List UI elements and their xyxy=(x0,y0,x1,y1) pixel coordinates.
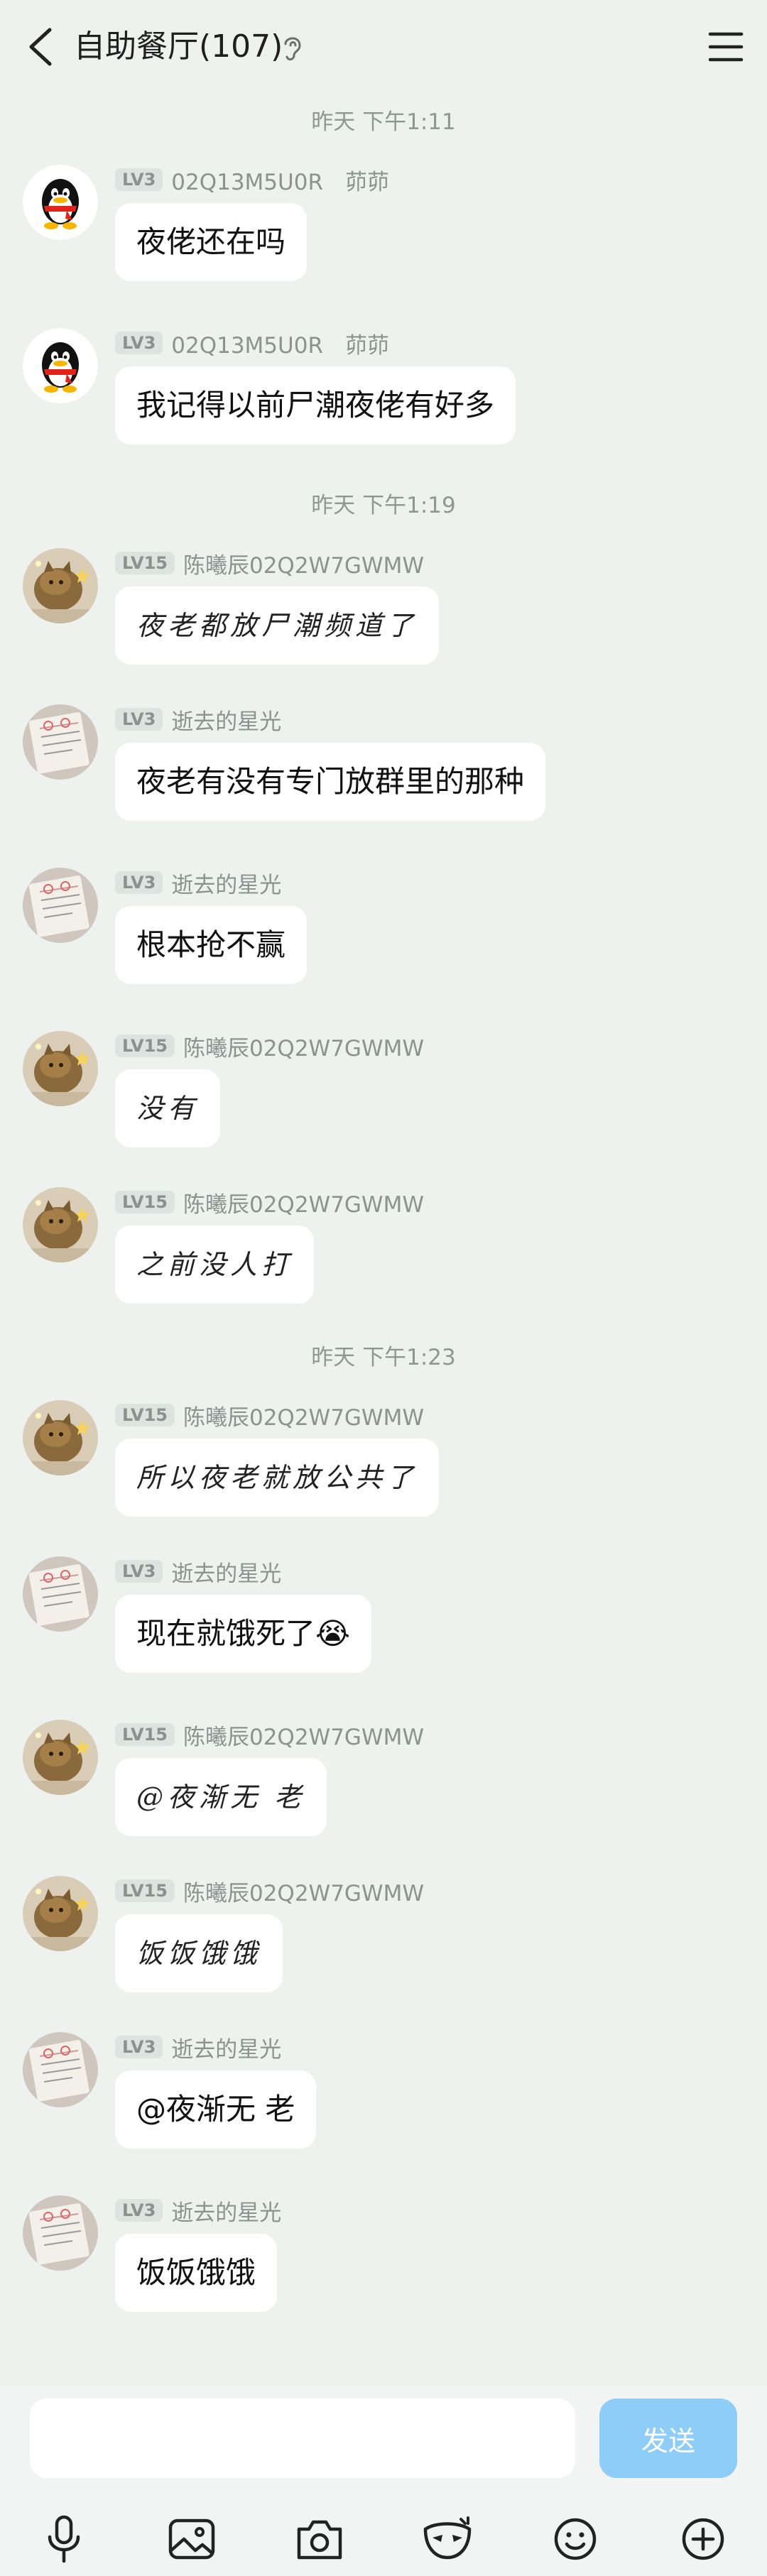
sender-meta: LV15 陈曦辰02Q2W7GWMW xyxy=(115,1876,424,1906)
message-bubble[interactable]: 我记得以前尸潮夜佬有好多 xyxy=(115,366,516,444)
sender-name[interactable]: 逝去的星光 xyxy=(171,2031,281,2063)
sender-name[interactable]: 逝去的星光 xyxy=(171,704,281,736)
message-bubble[interactable]: @夜渐无 老 xyxy=(115,1758,327,1836)
send-button[interactable]: 发送 xyxy=(599,2398,737,2478)
hamburger-menu-icon xyxy=(708,32,744,62)
message-bubble[interactable]: 夜老都放尸潮频道了 xyxy=(115,586,440,665)
avatar[interactable] xyxy=(23,165,98,240)
sender-name[interactable]: 陈曦辰02Q2W7GWMW xyxy=(183,1186,424,1218)
level-badge: LV15 xyxy=(115,1723,175,1746)
sender-meta: LV15 陈曦辰02Q2W7GWMW xyxy=(115,1399,424,1431)
message-row: LV3 02Q13M5U0R 茆茆我记得以前尸潮夜佬有好多 xyxy=(0,328,767,449)
avatar[interactable] xyxy=(23,1876,98,1951)
level-badge: LV15 xyxy=(115,1404,175,1426)
level-badge: LV3 xyxy=(115,2199,163,2222)
sender-meta: LV3 逝去的星光 xyxy=(115,2195,281,2227)
camera-icon[interactable] xyxy=(291,2511,348,2567)
menu-button[interactable] xyxy=(706,28,746,65)
sender-meta: LV15 陈曦辰02Q2W7GWMW xyxy=(115,1031,424,1061)
chevron-left-icon xyxy=(29,28,52,66)
sender-name[interactable]: 逝去的星光 xyxy=(171,867,281,899)
composer-toolbar xyxy=(0,2511,767,2567)
ear-icon[interactable] xyxy=(278,33,307,64)
level-badge: LV15 xyxy=(115,552,175,574)
sender-meta: LV3 逝去的星光 xyxy=(115,704,281,736)
composer: 发送 xyxy=(0,2386,767,2576)
sender-meta: LV3 逝去的星光 xyxy=(115,2031,281,2063)
message-row: LV3 逝去的星光饭饭饿饿 xyxy=(0,2195,767,2316)
message-bubble[interactable]: 之前没人打 xyxy=(115,1226,315,1304)
timestamp: 昨天 下午1:19 xyxy=(311,493,456,518)
back-button[interactable] xyxy=(21,24,61,70)
avatar[interactable] xyxy=(23,328,98,403)
message-bubble[interactable]: 夜佬还在吗 xyxy=(115,203,308,281)
chat-header: 自助餐厅(107) xyxy=(0,0,767,96)
chat-page: 自助餐厅(107) 昨天 下午1:11 LV3 02Q13M5U0R 茆茆 夜佬还在吗… xyxy=(0,0,767,2576)
sender-name[interactable]: 逝去的星光 xyxy=(171,1556,281,1588)
message-bubble[interactable]: 没有 xyxy=(115,1069,221,1147)
sender-name[interactable]: 陈曦辰02Q2W7GWMW xyxy=(183,1719,424,1751)
level-badge: LV3 xyxy=(115,708,163,731)
message-row: LV15 陈曦辰02Q2W7GWMW @夜渐无 老 xyxy=(0,1720,767,1840)
message-row: LV3 逝去的星光夜老有没有专门放群里的那种 xyxy=(0,704,767,825)
level-badge: LV3 xyxy=(115,871,163,894)
sender-meta: LV3 逝去的星光 xyxy=(115,867,281,899)
timestamp: 昨天 下午1:23 xyxy=(311,1345,456,1370)
level-badge: LV3 xyxy=(115,1560,163,1583)
avatar[interactable] xyxy=(23,1556,98,1632)
level-badge: LV3 xyxy=(115,332,163,354)
level-badge: LV15 xyxy=(115,1879,175,1902)
avatar[interactable] xyxy=(23,868,98,943)
message-bubble[interactable]: 饭饭饿饿 xyxy=(115,2234,278,2312)
sender-meta: LV3 02Q13M5U0R 茆茆 xyxy=(115,327,389,359)
avatar[interactable] xyxy=(23,2195,98,2271)
avatar[interactable] xyxy=(23,1031,98,1106)
message-row: LV15 陈曦辰02Q2W7GWMW 所以夜老就放公共了 xyxy=(0,1400,767,1521)
message-bubble[interactable]: 现在就饿死了😭 xyxy=(115,1595,372,1673)
sender-meta: LV3 逝去的星光 xyxy=(115,1556,281,1588)
message-bubble[interactable]: 夜老有没有专门放群里的那种 xyxy=(115,743,546,821)
image-icon[interactable] xyxy=(163,2511,220,2567)
level-badge: LV3 xyxy=(115,168,163,191)
sender-name[interactable]: 陈曦辰02Q2W7GWMW xyxy=(183,547,424,579)
level-badge: LV15 xyxy=(115,1035,175,1057)
message-input[interactable] xyxy=(30,2398,575,2478)
page-title: 自助餐厅(107) xyxy=(74,28,283,65)
plus-icon[interactable] xyxy=(675,2511,731,2567)
message-bubble[interactable]: 根本抢不赢 xyxy=(115,906,308,984)
mask-icon[interactable] xyxy=(419,2511,476,2567)
message-row: LV15 陈曦辰02Q2W7GWMW 没有 xyxy=(0,1031,767,1152)
sender-name[interactable]: 逝去的星光 xyxy=(171,2195,281,2227)
microphone-icon[interactable] xyxy=(36,2511,92,2567)
message-row: LV15 陈曦辰02Q2W7GWMW 之前没人打 xyxy=(0,1187,767,1308)
sender-name[interactable]: 02Q13M5U0R 茆茆 xyxy=(171,164,389,196)
avatar[interactable] xyxy=(23,2032,98,2107)
message-row: LV3 逝去的星光 @夜渐无 老 xyxy=(0,2032,767,2153)
timestamp: 昨天 下午1:11 xyxy=(311,109,456,135)
avatar[interactable] xyxy=(23,1187,98,1262)
avatar[interactable] xyxy=(23,1400,98,1475)
avatar[interactable] xyxy=(23,1720,98,1795)
avatar[interactable] xyxy=(23,548,98,623)
sender-meta: LV15 陈曦辰02Q2W7GWMW xyxy=(115,547,424,579)
message-bubble[interactable]: @夜渐无 老 xyxy=(115,2070,317,2149)
sender-meta: LV3 02Q13M5U0R 茆茆 xyxy=(115,165,389,195)
sender-meta: LV15 陈曦辰02Q2W7GWMW xyxy=(115,1186,424,1218)
sender-name[interactable]: 02Q13M5U0R 茆茆 xyxy=(171,327,389,359)
message-row: LV15 陈曦辰02Q2W7GWMW 饭饭饿饿 xyxy=(0,1876,767,1997)
message-row: LV3 逝去的星光现在就饿死了😭 xyxy=(0,1556,767,1677)
level-badge: LV3 xyxy=(115,2036,163,2058)
avatar[interactable] xyxy=(23,704,98,780)
emoji-icon[interactable] xyxy=(547,2511,604,2567)
message-row: LV3 逝去的星光根本抢不赢 xyxy=(0,868,767,988)
sender-name[interactable]: 陈曦辰02Q2W7GWMW xyxy=(183,1399,424,1431)
message-bubble[interactable]: 饭饭饿饿 xyxy=(115,1914,283,1992)
sender-meta: LV15 陈曦辰02Q2W7GWMW xyxy=(115,1720,424,1750)
sender-name[interactable]: 陈曦辰02Q2W7GWMW xyxy=(183,1875,424,1907)
message-row: LV15 陈曦辰02Q2W7GWMW 夜老都放尸潮频道了 xyxy=(0,548,767,669)
message-bubble[interactable]: 所以夜老就放公共了 xyxy=(115,1439,440,1517)
sender-name[interactable]: 陈曦辰02Q2W7GWMW xyxy=(183,1030,424,1062)
level-badge: LV15 xyxy=(115,1191,175,1213)
message-row: LV3 02Q13M5U0R 茆茆夜佬还在吗 xyxy=(0,165,767,285)
